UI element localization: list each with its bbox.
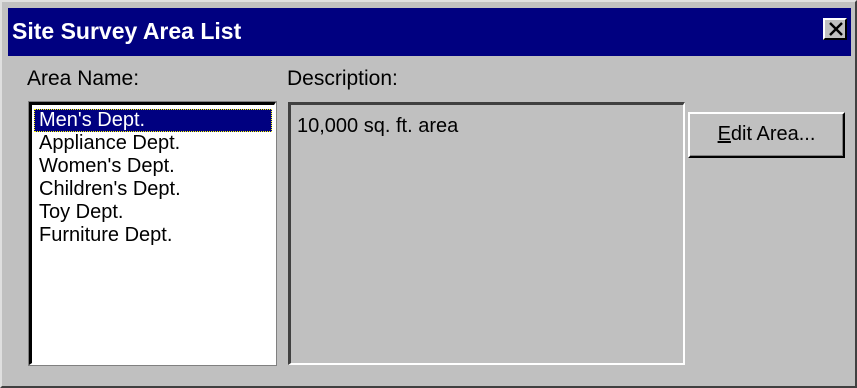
description-label: Description: bbox=[287, 67, 398, 90]
edit-area-button[interactable]: Edit Area... bbox=[688, 112, 845, 158]
list-item-childrens-dept[interactable]: Children's Dept. bbox=[34, 178, 272, 201]
area-name-listbox[interactable]: Men's Dept. Appliance Dept. Women's Dept… bbox=[28, 101, 277, 366]
edit-area-accelerator: E bbox=[717, 123, 731, 145]
list-item-appliance-dept[interactable]: Appliance Dept. bbox=[34, 132, 272, 155]
site-survey-dialog: Site Survey Area List Area Name: Descrip… bbox=[0, 0, 857, 388]
list-item-furniture-dept[interactable]: Furniture Dept. bbox=[34, 224, 272, 247]
description-field: 10,000 sq. ft. area bbox=[288, 102, 685, 365]
close-icon bbox=[829, 22, 843, 36]
description-value: 10,000 sq. ft. area bbox=[297, 115, 459, 137]
list-item-womens-dept[interactable]: Women's Dept. bbox=[34, 155, 272, 178]
area-name-label: Area Name: bbox=[27, 67, 140, 90]
window-title: Site Survey Area List bbox=[12, 18, 242, 44]
edit-area-label: dit Area... bbox=[730, 123, 816, 145]
close-button[interactable] bbox=[823, 18, 847, 40]
title-bar[interactable]: Site Survey Area List bbox=[8, 8, 851, 56]
list-item-mens-dept[interactable]: Men's Dept. bbox=[34, 109, 272, 132]
list-item-toy-dept[interactable]: Toy Dept. bbox=[34, 201, 272, 224]
